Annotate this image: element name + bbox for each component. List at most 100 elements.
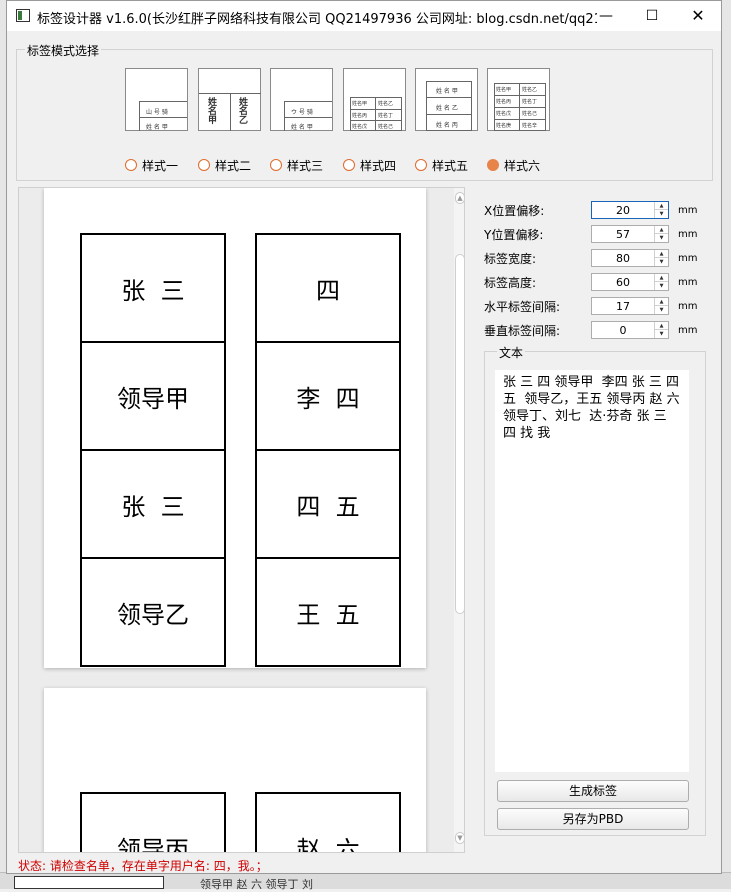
label-height-label: 标签高度:: [484, 275, 537, 290]
thumb-text: 姓名丙: [352, 113, 368, 119]
spin-down-icon[interactable]: ▼: [655, 330, 668, 338]
style-radio-3[interactable]: 样式三: [270, 157, 323, 173]
spin-up-icon[interactable]: ▲: [655, 250, 668, 258]
x-offset-spinbox[interactable]: ▲ ▼: [591, 201, 669, 219]
spin-down-icon[interactable]: ▼: [655, 234, 668, 242]
x-offset-label: X位置偏移:: [484, 203, 545, 218]
save-as-pbd-button[interactable]: 另存为PBD: [497, 808, 689, 830]
thumb-text: 姓名甲: [208, 98, 218, 126]
label-height-spinbox[interactable]: ▲ ▼: [591, 273, 669, 291]
radio-indicator[interactable]: [343, 159, 355, 171]
app-window: 标签设计器 v1.6.0(长沙红胖子网络科技有限公司 QQ21497936 公司…: [6, 0, 722, 874]
thumb-text: 姓名己: [378, 124, 394, 130]
label-width-spinbox[interactable]: ▲ ▼: [591, 249, 669, 267]
title-bar[interactable]: 标签设计器 v1.6.0(长沙红胖子网络科技有限公司 QQ21497936 公司…: [7, 1, 721, 31]
status-message: 状态: 请检查名单，存在单字用户名: 四，我。；: [18, 859, 268, 873]
background-window-edge-right: [721, 0, 731, 889]
style-thumbnail-4[interactable]: 姓名甲 姓名乙 姓名丙 姓名丁 姓名戊 姓名己: [343, 68, 406, 131]
spin-down-icon[interactable]: ▼: [655, 282, 668, 290]
vertical-gap-input[interactable]: [592, 322, 654, 338]
label-cell: 四 五: [255, 449, 401, 559]
thumb-text: 姓 名 甲: [291, 124, 313, 131]
spin-up-icon[interactable]: ▲: [655, 226, 668, 234]
horizontal-gap-input[interactable]: [592, 298, 654, 314]
radio-label: 样式一: [142, 158, 179, 173]
window-title: 标签设计器 v1.6.0(长沙红胖子网络科技有限公司 QQ21497936 公司…: [37, 12, 597, 27]
thumb-text: 姓名庚: [496, 123, 512, 129]
style-thumbnail-3[interactable]: ウ 号 骑 姓 名 甲: [270, 68, 333, 131]
maximize-button[interactable]: ☐: [629, 1, 675, 31]
scroll-thumb[interactable]: [455, 254, 464, 614]
y-offset-input[interactable]: [592, 226, 654, 242]
preview-page-1: 张 三 领导甲 张 三 领导乙 四 李 四 四 五 王 五: [44, 188, 426, 668]
label-cell: 领导乙: [80, 557, 226, 667]
x-offset-input[interactable]: [592, 202, 654, 218]
minimize-button[interactable]: —: [583, 1, 629, 31]
mode-selection-group: 标签模式选择 山 号 骑 姓 名 甲 姓名甲 姓名乙 ウ 号 骑 姓 名 甲 姓…: [16, 42, 713, 181]
style-radio-5[interactable]: 样式五: [415, 157, 468, 173]
style-radio-4[interactable]: 样式四: [343, 157, 396, 173]
unit-label: mm: [678, 300, 698, 312]
radio-label: 样式四: [360, 158, 397, 173]
thumb-text: 姓名戊: [496, 111, 512, 117]
generate-labels-button[interactable]: 生成标签: [497, 780, 689, 802]
style-thumbnail-6[interactable]: 姓名甲 姓名乙 姓名丙 姓名丁 姓名戊 姓名己 姓名庚 姓名辛: [487, 68, 550, 131]
label-cell: 领导丙: [80, 792, 226, 852]
unit-label: mm: [678, 204, 698, 216]
spin-up-icon[interactable]: ▲: [655, 274, 668, 282]
style-thumbnail-5[interactable]: 姓 名 甲 姓 名 乙 姓 名 丙: [415, 68, 478, 131]
thumb-text: 姓 名 乙: [436, 105, 458, 112]
thumb-text: 姓名丙: [496, 99, 512, 105]
vertical-gap-spinbox[interactable]: ▲ ▼: [591, 321, 669, 339]
vertical-gap-row: 垂直标签间隔: ▲ ▼ mm: [484, 321, 697, 339]
horizontal-gap-label: 水平标签间隔:: [484, 299, 561, 314]
scroll-down-arrow-icon[interactable]: ▼: [455, 832, 464, 844]
spin-down-icon[interactable]: ▼: [655, 258, 668, 266]
spin-down-icon[interactable]: ▼: [655, 306, 668, 314]
radio-indicator[interactable]: [125, 159, 137, 171]
thumb-text: 姓名乙: [239, 98, 249, 126]
y-offset-spinbox[interactable]: ▲ ▼: [591, 225, 669, 243]
radio-indicator[interactable]: [487, 159, 499, 171]
spin-up-icon[interactable]: ▲: [655, 202, 668, 210]
thumb-text: 姓名甲: [352, 101, 368, 107]
style-radio-1[interactable]: 样式一: [125, 157, 178, 173]
thumb-text: 姓名甲: [496, 87, 512, 93]
radio-label: 样式六: [504, 158, 541, 173]
style-thumbnail-1[interactable]: 山 号 骑 姓 名 甲: [125, 68, 188, 131]
scroll-up-arrow-icon[interactable]: ▲: [455, 192, 464, 204]
radio-indicator[interactable]: [270, 159, 282, 171]
spin-down-icon[interactable]: ▼: [655, 210, 668, 218]
preview-scrollbar[interactable]: ▲ ▼: [454, 188, 464, 852]
style-radio-6[interactable]: 样式六: [487, 157, 540, 173]
thumb-text: 姓名辛: [522, 123, 538, 129]
label-cell: 张 三: [80, 233, 226, 343]
close-button[interactable]: ✕: [675, 1, 721, 31]
horizontal-gap-spinbox[interactable]: ▲ ▼: [591, 297, 669, 315]
label-width-row: 标签宽度: ▲ ▼ mm: [484, 249, 697, 267]
background-input-box: [14, 876, 164, 889]
unit-label: mm: [678, 228, 698, 240]
thumb-text: 姓 名 甲: [436, 88, 458, 95]
thumb-text: 姓 名 甲: [146, 124, 168, 131]
radio-indicator[interactable]: [415, 159, 427, 171]
background-text: 领导甲 赵 六 领导丁 刘: [200, 878, 313, 891]
label-preview-area[interactable]: 张 三 领导甲 张 三 领导乙 四 李 四 四 五 王 五 领导丙 赵 六 ▲ …: [18, 187, 465, 853]
style-radio-2[interactable]: 样式二: [198, 157, 251, 173]
spin-up-icon[interactable]: ▲: [655, 298, 668, 306]
x-offset-row: X位置偏移: ▲ ▼ mm: [484, 201, 697, 219]
text-group: 文本 张 三 四 领导甲 李四 张 三 四 五 领导乙，王五 领导丙 赵 六 领…: [484, 344, 706, 836]
names-text-area[interactable]: 张 三 四 领导甲 李四 张 三 四 五 领导乙，王五 领导丙 赵 六 领导丁、…: [495, 370, 689, 772]
thumb-text: 姓名丁: [378, 113, 394, 119]
label-width-input[interactable]: [592, 250, 654, 266]
app-icon: [16, 9, 30, 22]
label-height-input[interactable]: [592, 274, 654, 290]
thumb-text: 姓名己: [522, 111, 538, 117]
thumb-text: 姓名丁: [522, 99, 538, 105]
spin-up-icon[interactable]: ▲: [655, 322, 668, 330]
style-thumbnail-2[interactable]: 姓名甲 姓名乙: [198, 68, 261, 131]
radio-label: 样式三: [287, 158, 324, 173]
horizontal-gap-row: 水平标签间隔: ▲ ▼ mm: [484, 297, 697, 315]
radio-indicator[interactable]: [198, 159, 210, 171]
thumb-text: 姓名戊: [352, 124, 368, 130]
